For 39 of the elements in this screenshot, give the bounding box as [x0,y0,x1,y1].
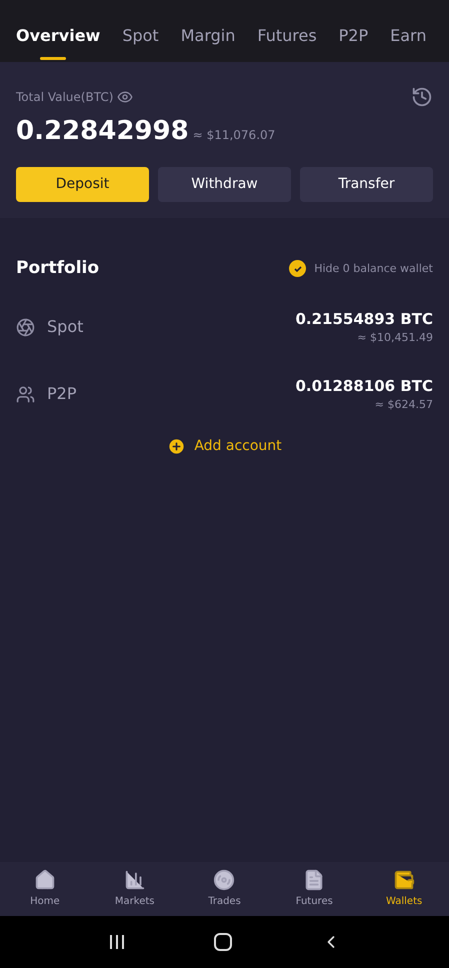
account-btc-amount: 0.21554893 BTC [295,308,433,330]
total-value-label: Total Value(BTC) [16,89,114,106]
tab[interactable]: Overview [16,24,100,62]
account-name[interactable]: Spot [47,315,84,339]
aperture-icon [16,318,35,336]
action-button[interactable]: Transfer [300,167,433,202]
portfolio-title: Portfolio [16,257,100,280]
people-icon [16,384,35,404]
tab[interactable]: P2P [338,24,368,62]
wallet-icon [393,869,416,891]
account-btc-amount: 0.01288106 BTC [295,376,433,396]
total-fiat-value: ≈ $11,076.07 [192,127,276,144]
action-button[interactable]: Withdraw [158,167,291,202]
action-button[interactable]: Deposit [16,167,149,202]
nav-item[interactable]: Markets [90,862,180,916]
nav-item[interactable]: Wallets [359,862,449,916]
add-account-button[interactable]: Add account [167,436,282,456]
hide-zero-balance-toggle[interactable]: Hide 0 balance wallet [289,260,433,278]
tab[interactable]: Spot [122,24,159,62]
account-name[interactable]: P2P [47,382,76,406]
tab[interactable]: Margin [180,24,236,62]
check-icon [292,264,303,274]
tab[interactable]: Futures [257,24,317,62]
nav-item[interactable]: Home [0,862,90,916]
home-icon [34,869,56,891]
account-fiat-amount: ≈ $624.57 [374,397,433,413]
eye-icon[interactable] [117,89,134,105]
plus-icon [167,436,186,456]
history-icon[interactable] [411,86,433,108]
nav-item[interactable]: Futures [269,862,360,916]
account-fiat-amount: ≈ $10,451.49 [357,330,433,346]
checkbox[interactable] [289,260,306,278]
nav-item[interactable]: Trades [180,862,270,916]
home-button-icon[interactable] [213,932,234,952]
tab[interactable]: Earn [390,24,426,62]
total-btc-value: 0.22842998 [16,115,189,148]
recent-apps-icon[interactable] [108,934,126,950]
bar-chart-icon [124,869,146,891]
document-icon [303,869,326,891]
